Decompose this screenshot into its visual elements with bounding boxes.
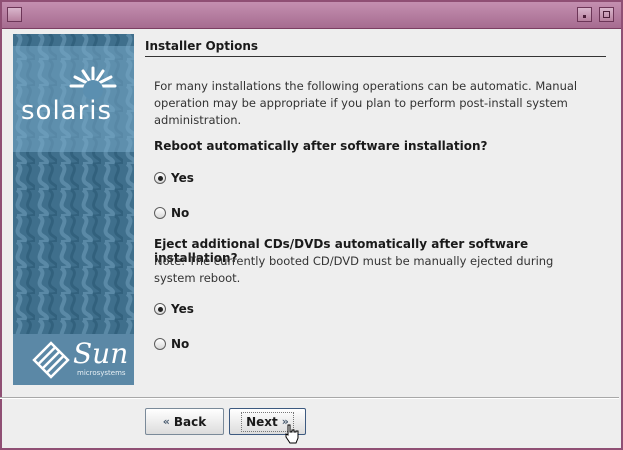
reboot-no-option[interactable]: No: [154, 206, 189, 220]
eject-note: Note: The currently booted CD/DVD must b…: [154, 254, 554, 285]
minimize-button[interactable]: [577, 7, 592, 22]
footer-divider-highlight: [0, 398, 619, 399]
microsystems-wordmark: microsystems: [77, 369, 126, 377]
radio-button[interactable]: [154, 303, 166, 315]
reboot-question: Reboot automatically after software inst…: [154, 139, 488, 153]
radio-button[interactable]: [154, 338, 166, 350]
solaris-logo: solaris: [13, 46, 134, 152]
title-divider: [145, 56, 606, 57]
double-chevron-left-icon: «: [162, 415, 170, 428]
eject-no-option[interactable]: No: [154, 337, 189, 351]
eject-yes-option[interactable]: Yes: [154, 302, 194, 316]
hand-pointer-icon: [285, 424, 299, 444]
radio-label: Yes: [171, 302, 194, 316]
sun-wordmark: Sun: [73, 337, 129, 370]
radio-label: Yes: [171, 171, 194, 185]
intro-text: For many installations the following ope…: [154, 79, 578, 127]
back-button[interactable]: « Back: [145, 408, 224, 435]
radio-button[interactable]: [154, 207, 166, 219]
installer-panel: Installer Options For many installations…: [145, 34, 606, 385]
maximize-button[interactable]: [599, 7, 614, 22]
sun-diamond-icon: [32, 341, 70, 379]
back-button-label: Back: [173, 414, 207, 429]
next-button-label: Next: [246, 414, 278, 429]
solaris-wordmark: solaris: [21, 96, 113, 126]
branding-sidebar: solaris Sun microsystems: [13, 34, 134, 385]
window-titlebar[interactable]: [2, 2, 621, 29]
window-menu-button[interactable]: [7, 7, 22, 22]
page-title: Installer Options: [145, 39, 259, 53]
radio-label: No: [171, 337, 190, 351]
radio-button[interactable]: [154, 172, 166, 184]
radio-label: No: [171, 206, 190, 220]
sun-microsystems-logo: Sun microsystems: [13, 334, 134, 385]
reboot-yes-option[interactable]: Yes: [154, 171, 194, 185]
